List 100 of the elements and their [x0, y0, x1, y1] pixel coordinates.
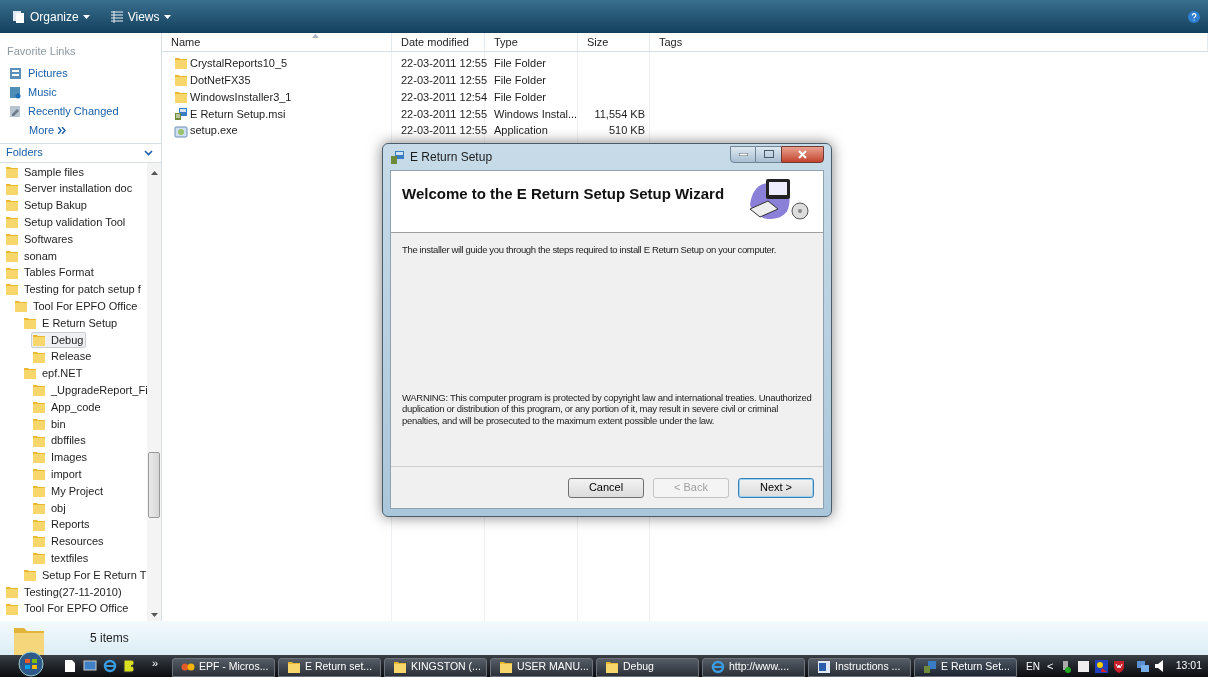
minimize-icon: [738, 152, 748, 156]
folder-icon: [5, 164, 19, 179]
network-icon: [1136, 659, 1151, 673]
intro-text: The installer will guide you through the steps required to install E Return Setup on your computer.: [401, 243, 778, 256]
more-link[interactable]: More: [0, 120, 67, 140]
folder-tree-item[interactable]: Tool For EPFO Office: [4, 600, 132, 617]
maximize-button[interactable]: [756, 145, 781, 163]
minimize-button[interactable]: [730, 145, 756, 163]
dialog-button[interactable]: Next >: [738, 477, 814, 498]
close-button[interactable]: [781, 145, 824, 163]
tray-button[interactable]: [1060, 659, 1073, 673]
folder-tree-item[interactable]: import: [31, 466, 85, 483]
tray-button[interactable]: [1095, 659, 1109, 673]
document-icon: [817, 660, 831, 674]
file-name[interactable]: WindowsInstaller3_1: [190, 88, 292, 106]
taskbar-button[interactable]: KINGSTON (...: [384, 657, 487, 677]
taskbar-button[interactable]: USER MANU...: [490, 657, 593, 677]
folder-tree-item[interactable]: _UpgradeReport_Fi: [31, 382, 147, 399]
views-icon: [109, 9, 124, 24]
folder-icon: [393, 660, 407, 674]
caret-icon: [82, 14, 90, 19]
pictures-icon: [9, 66, 22, 80]
folder-icon: [287, 660, 301, 674]
column-header[interactable]: Tags: [650, 33, 1208, 51]
dialog-button[interactable]: Cancel: [568, 477, 644, 498]
folder-tree-item[interactable]: Release: [31, 348, 95, 365]
folder-tree-item[interactable]: bin: [31, 415, 69, 432]
folder-tree-item[interactable]: Setup Bakup: [4, 197, 90, 214]
folder-tree-item[interactable]: My Project: [31, 483, 106, 500]
folder-tree-item[interactable]: Server installation doc: [4, 180, 136, 197]
column-header[interactable]: Date modified: [392, 33, 485, 51]
favorite-link[interactable]: Pictures: [0, 63, 72, 83]
taskbar-button[interactable]: E Return set...: [278, 657, 381, 677]
folder-icon: [32, 534, 46, 549]
overflow-button[interactable]: »: [141, 654, 169, 672]
folder-tree-item[interactable]: Tool For EPFO Office: [13, 298, 141, 315]
browser-icon: [711, 660, 725, 674]
favorite-link[interactable]: Recently Changed: [0, 101, 123, 121]
favorite-link[interactable]: Music: [0, 82, 61, 102]
column-header[interactable]: Size: [578, 33, 650, 51]
folder-icon: [174, 56, 188, 71]
folder-tree-item[interactable]: epf.NET: [22, 365, 86, 382]
desktop-icon: [82, 660, 97, 672]
folder-icon: [23, 568, 37, 582]
table-cell-text: 22-03-2011 12:55: [401, 123, 488, 139]
taskbar-button[interactable]: EPF - Micros...: [172, 657, 275, 677]
file-name[interactable]: DotNetFX35: [190, 71, 251, 89]
taskbar-button[interactable]: Debug: [596, 657, 699, 677]
folder-tree-item[interactable]: Setup For E Return T: [22, 567, 147, 583]
folder-icon: [174, 90, 188, 104]
folder-icon: [32, 551, 46, 566]
table-cell-text: 510 KB: [608, 123, 645, 139]
sort-arrow-icon: [312, 34, 319, 38]
table-cell-text: File Folder: [494, 72, 546, 88]
browser-icon: [102, 659, 117, 673]
column-header[interactable]: Type: [485, 33, 578, 51]
quick-launch-button[interactable]: [101, 657, 118, 675]
folder-icon: [32, 484, 46, 499]
tray-button[interactable]: [1136, 659, 1151, 673]
toolbar-button[interactable]: Organize: [8, 4, 94, 29]
tray-button[interactable]: [1077, 659, 1091, 673]
application-icon: [174, 123, 188, 138]
tray-button[interactable]: [1113, 659, 1126, 673]
folder-tree-item[interactable]: Tables Format: [4, 264, 97, 281]
scrollbar-thumb[interactable]: [148, 451, 160, 518]
taskbar-button[interactable]: Instructions ...: [808, 657, 911, 677]
folder-tree-item[interactable]: Setup validation Tool: [4, 214, 129, 231]
maximize-icon: [763, 150, 774, 158]
file-name[interactable]: setup.exe: [190, 122, 238, 139]
folder-tree-item[interactable]: sonam: [4, 247, 61, 264]
item-count: 5 items: [90, 630, 129, 647]
folder-tree-item[interactable]: Resources: [31, 533, 107, 550]
taskbar-button[interactable]: E Return Set...: [914, 657, 1017, 677]
folder-tree-item[interactable]: Testing for patch setup f: [4, 281, 144, 298]
show-hidden-icons-button[interactable]: <: [1044, 657, 1056, 675]
folder-tree-item[interactable]: Reports: [31, 516, 93, 533]
file-name[interactable]: E Return Setup.msi: [190, 105, 286, 123]
folder-tree-item[interactable]: Images: [31, 449, 91, 466]
clock: 13:01: [1175, 658, 1202, 674]
folder-icon: [32, 400, 46, 415]
file-name[interactable]: CrystalReports10_5: [190, 55, 288, 72]
caret-icon: [163, 14, 171, 19]
folder-tree-item[interactable]: Debug: [31, 331, 87, 348]
table-cell-text: 22-03-2011 12:55: [401, 72, 488, 88]
folder-tree-item[interactable]: Testing(27-11-2010): [4, 583, 125, 600]
folder-tree-item[interactable]: E Return Setup: [22, 315, 121, 332]
folder-tree-item[interactable]: App_code: [31, 399, 104, 416]
folder-tree-item[interactable]: Softwares: [4, 231, 76, 248]
folder-tree-item[interactable]: dbffiles: [31, 432, 89, 449]
favorite-links-heading: Favorite Links: [6, 44, 77, 59]
folder-icon: [5, 232, 19, 247]
scrollbar[interactable]: [147, 162, 161, 621]
taskbar-button[interactable]: http://www....: [702, 657, 805, 677]
tray-button[interactable]: [1155, 660, 1165, 672]
folders-heading: Folders: [6, 145, 43, 161]
folder-tree-item[interactable]: textfiles: [31, 550, 92, 567]
quick-launch-button[interactable]: [121, 657, 138, 675]
folder-tree-item[interactable]: Sample files: [4, 163, 87, 180]
folder-tree-item[interactable]: obj: [31, 499, 69, 516]
toolbar-button[interactable]: Views: [105, 4, 175, 29]
